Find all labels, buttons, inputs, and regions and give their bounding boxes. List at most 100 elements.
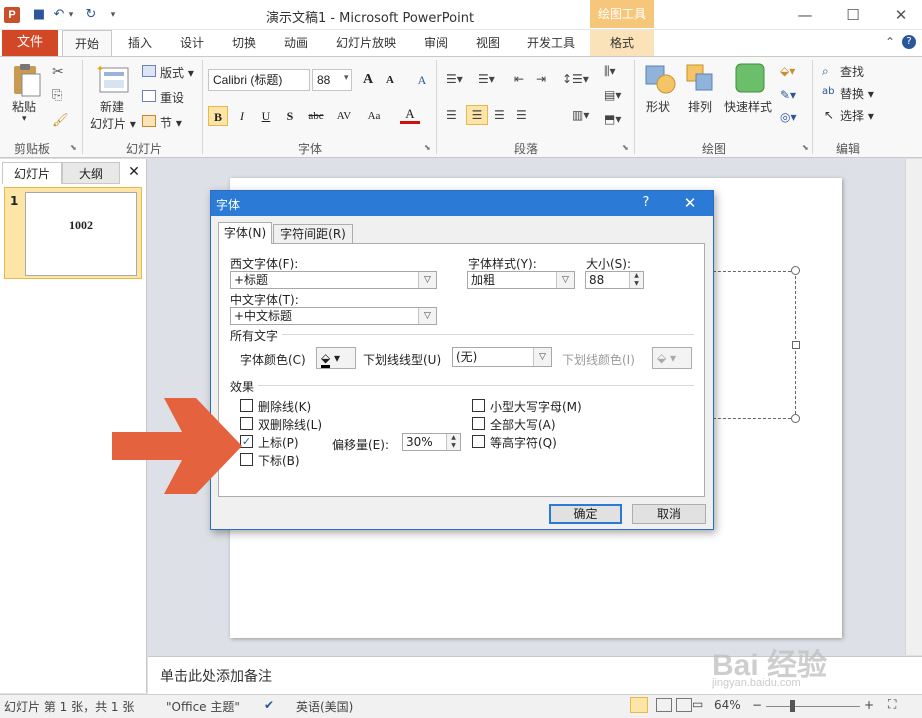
align-center-icon[interactable]: ☰ <box>466 105 488 125</box>
tab-review[interactable]: 审阅 <box>414 30 458 56</box>
cancel-button[interactable]: 取消 <box>632 504 706 524</box>
ok-button[interactable]: 确定 <box>549 504 622 524</box>
font-color-button[interactable]: A <box>400 104 420 124</box>
tab-view[interactable]: 视图 <box>466 30 510 56</box>
paragraph-launcher-icon[interactable]: ⬊ <box>622 143 632 153</box>
spellcheck-icon[interactable]: ✔ <box>264 698 274 712</box>
tab-home[interactable]: 开始 <box>62 30 112 56</box>
tab-slides-pane[interactable]: 幻灯片 <box>2 162 62 184</box>
latin-font-select[interactable]: +标题 <box>230 271 437 289</box>
dialog-help-button[interactable]: ? <box>636 193 656 213</box>
strikethrough-button[interactable]: abc <box>304 106 328 126</box>
new-slide-icon[interactable]: ✦ <box>96 62 130 96</box>
section-icon[interactable] <box>142 115 156 127</box>
shrink-font-icon[interactable]: A <box>380 70 400 90</box>
offset-spinner[interactable]: ▲ ▼ <box>446 434 460 450</box>
double-strikethrough-label[interactable]: 双删除线(L) <box>258 416 322 433</box>
asian-font-select[interactable]: +中文标题 <box>230 307 437 325</box>
shape-effects-icon[interactable]: ◎▾ <box>780 110 797 124</box>
zoom-in-button[interactable]: + <box>864 698 874 712</box>
underline-button[interactable]: U <box>256 106 276 126</box>
paste-label[interactable]: 粘贴 <box>12 98 36 115</box>
maximize-button[interactable]: ☐ <box>838 4 868 26</box>
reset-button[interactable]: 重设 <box>160 89 184 106</box>
reset-icon[interactable] <box>142 90 156 102</box>
powerpoint-app-icon[interactable]: P <box>4 7 20 23</box>
tab-font[interactable]: 字体(N) <box>218 222 272 244</box>
tab-file[interactable]: 文件 <box>2 30 58 56</box>
copy-icon[interactable]: ⎘ <box>52 88 62 103</box>
minimize-button[interactable]: — <box>790 4 820 26</box>
redo-icon[interactable]: ↻ <box>82 6 100 24</box>
tab-format[interactable]: 格式 <box>590 30 654 56</box>
shapes-label[interactable]: 形状 <box>646 98 670 115</box>
tab-outline-pane[interactable]: 大纲 <box>62 162 120 184</box>
resize-handle[interactable] <box>792 341 800 349</box>
replace-icon[interactable]: ab <box>822 86 834 97</box>
bullets-icon[interactable]: ☰▾ <box>446 72 463 86</box>
shape-outline-icon[interactable]: ✎▾ <box>780 88 796 102</box>
zoom-slider[interactable] <box>766 706 860 707</box>
normal-view-icon[interactable] <box>630 697 648 713</box>
tab-character-spacing[interactable]: 字符间距(R) <box>273 224 353 244</box>
all-caps-checkbox[interactable] <box>472 417 485 430</box>
subscript-label[interactable]: 下标(B) <box>258 452 300 469</box>
help-icon[interactable]: ? <box>902 35 916 49</box>
increase-indent-icon[interactable]: ⇥ <box>536 72 546 86</box>
italic-button[interactable]: I <box>232 106 252 126</box>
format-painter-icon[interactable]: 🖌 <box>52 113 69 128</box>
collapse-ribbon-icon[interactable]: ⌃ <box>882 34 898 50</box>
quick-styles-icon[interactable] <box>734 62 768 96</box>
chevron-down-icon[interactable]: ▽ <box>418 308 436 324</box>
shapes-icon[interactable] <box>642 62 678 96</box>
chevron-down-icon[interactable]: ▽ <box>556 272 574 288</box>
quick-styles-label[interactable]: 快速样式 <box>724 98 772 115</box>
chevron-down-icon[interactable]: ▽ <box>533 348 551 366</box>
justify-icon[interactable]: ☰ <box>516 108 527 122</box>
zoom-slider-thumb[interactable] <box>790 700 795 712</box>
line-spacing-icon[interactable]: ↕☰▾ <box>562 72 589 86</box>
zoom-level[interactable]: 64% <box>714 698 741 712</box>
text-direction-icon[interactable]: ⫼▾ <box>604 64 616 79</box>
new-slide-label[interactable]: 新建 <box>100 98 124 115</box>
find-button[interactable]: 查找 <box>840 63 864 80</box>
align-left-icon[interactable]: ☰ <box>446 108 457 122</box>
tab-transitions[interactable]: 切换 <box>222 30 266 56</box>
select-icon[interactable]: ↖ <box>824 108 834 122</box>
shape-fill-icon[interactable]: ⬙▾ <box>780 64 795 78</box>
tab-developer[interactable]: 开发工具 <box>520 30 582 56</box>
slideshow-icon[interactable]: ▭ <box>692 697 703 711</box>
bold-button[interactable]: B <box>208 106 228 126</box>
font-name-combo[interactable]: Calibri (标题) <box>208 69 310 91</box>
strikethrough-label[interactable]: 删除线(K) <box>258 398 311 415</box>
find-icon[interactable]: ⌕ <box>822 64 829 79</box>
tab-insert[interactable]: 插入 <box>118 30 162 56</box>
clear-format-icon[interactable]: A <box>412 70 432 90</box>
small-caps-checkbox[interactable] <box>472 399 485 412</box>
language-status[interactable]: 英语(美国) <box>296 698 353 715</box>
equalize-height-checkbox[interactable] <box>472 435 485 448</box>
zoom-out-button[interactable]: − <box>752 698 762 712</box>
font-launcher-icon[interactable]: ⬊ <box>424 143 434 153</box>
align-text-icon[interactable]: ▤▾ <box>604 88 621 102</box>
arrange-icon[interactable] <box>684 62 718 96</box>
columns-icon[interactable]: ▥▾ <box>572 108 589 122</box>
close-pane-icon[interactable]: ✕ <box>126 164 142 182</box>
replace-button[interactable]: 替换 ▾ <box>840 85 874 102</box>
notes-placeholder[interactable]: 单击此处添加备注 <box>160 666 272 686</box>
numbering-icon[interactable]: ☰▾ <box>478 72 495 86</box>
character-spacing-button[interactable]: AV <box>332 106 356 126</box>
layout-button[interactable]: 版式 ▾ <box>160 64 194 81</box>
slide-sorter-icon[interactable] <box>656 698 672 712</box>
paste-icon[interactable] <box>10 62 44 98</box>
grow-font-icon[interactable]: A <box>358 70 378 90</box>
change-case-button[interactable]: Aa <box>362 106 386 126</box>
resize-handle[interactable] <box>791 414 800 423</box>
section-button[interactable]: 节 ▾ <box>160 114 182 131</box>
size-spinner[interactable]: ▲ ▼ <box>629 272 643 288</box>
vertical-scrollbar[interactable] <box>905 159 922 655</box>
small-caps-label[interactable]: 小型大写字母(M) <box>490 398 582 415</box>
reading-view-icon[interactable] <box>676 698 692 712</box>
all-caps-label[interactable]: 全部大写(A) <box>490 416 556 433</box>
tab-slideshow[interactable]: 幻灯片放映 <box>330 30 402 56</box>
